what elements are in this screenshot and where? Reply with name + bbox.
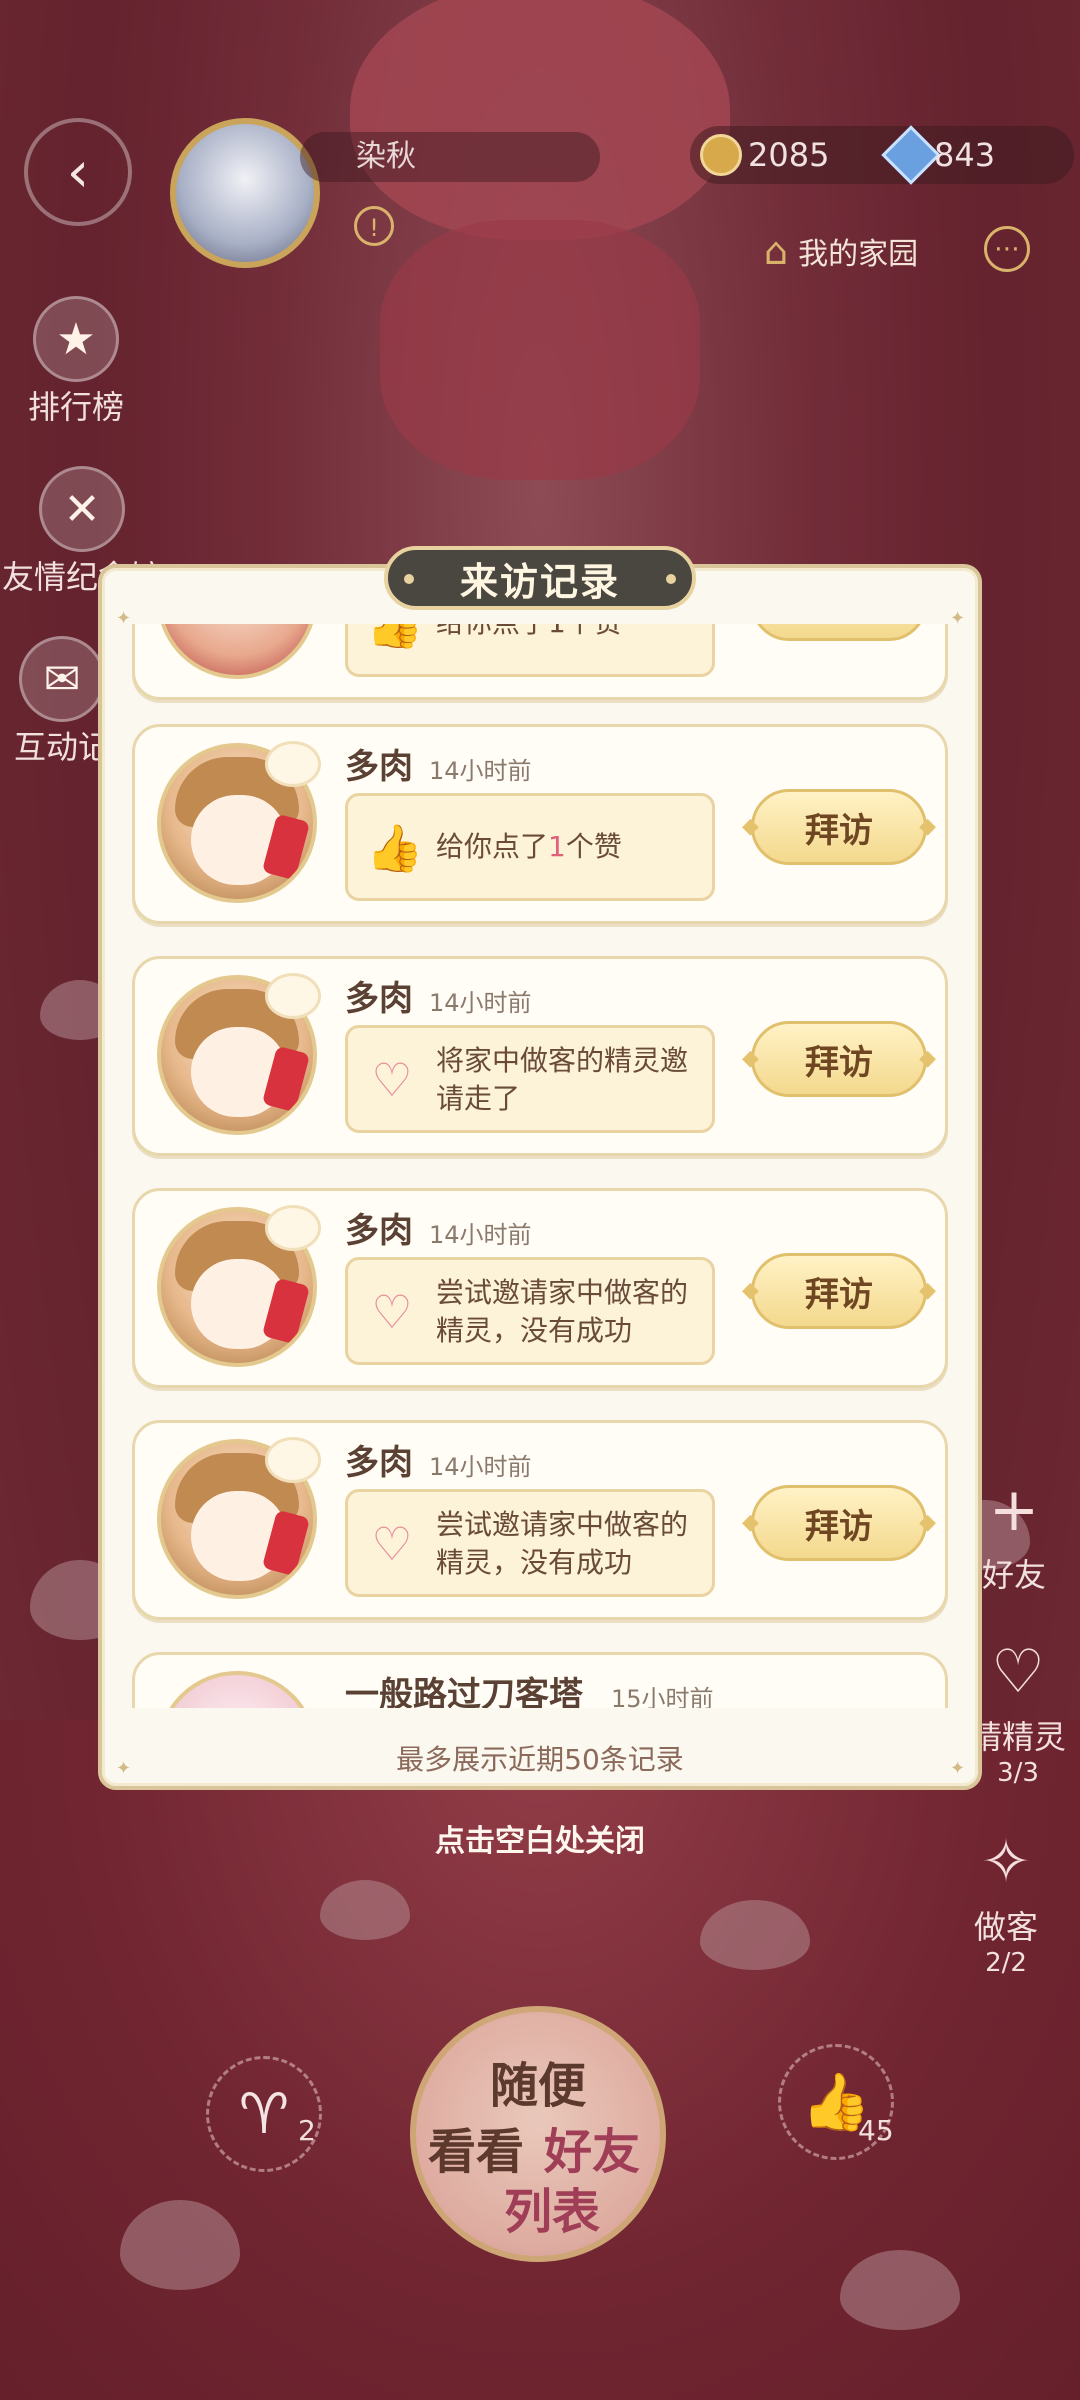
visit-time: 14小时前 <box>429 757 532 785</box>
record-message: 给你点了1个赞 <box>436 624 708 642</box>
visit-button[interactable]: 拜访 <box>742 1253 936 1329</box>
visit-record-list[interactable]: 👍 给你点了1个赞 拜访 多肉 14小时前 👍 给你点了1个赞 拜访 多肉 14… <box>128 624 954 1708</box>
player-name: 染秋 <box>300 132 600 182</box>
report-icon[interactable]: ! <box>354 206 394 246</box>
visit-time: 14小时前 <box>429 1221 532 1249</box>
list-item: 👍 给你点了1个赞 拜访 <box>132 624 948 700</box>
add-friend-icon: + <box>988 1475 1040 1545</box>
record-message-box: ♡ 尝试邀请家中做客的精灵，没有成功 <box>345 1257 715 1365</box>
list-item: 多肉 14小时前 ♡ 将家中做客的精灵邀请走了 拜访 <box>132 956 948 1156</box>
modal-title: 来访记录 <box>459 559 620 604</box>
record-limit-note: 最多展示近期50条记录 <box>396 1743 684 1776</box>
visitor-name: 多肉 <box>345 1443 413 1483</box>
visit-button[interactable]: 拜访 <box>742 1021 936 1097</box>
cup-icon: ♈ <box>238 2081 290 2147</box>
record-message: 尝试邀请家中做客的精灵，没有成功 <box>436 1508 689 1579</box>
visitor-name: 多肉 <box>345 1211 413 1251</box>
visit-as-guest-count: 2/2 <box>985 1948 1027 1978</box>
corner-ornament-icon: ✦ <box>950 608 966 629</box>
trophy-icon: ★ <box>33 296 119 382</box>
likes-count: 45 <box>858 2114 894 2147</box>
visitor-name: 一般路过刀客塔 <box>345 1675 583 1708</box>
message-icon: ✉ <box>19 636 105 722</box>
interaction-record-button[interactable]: ✉ 互动记 <box>14 636 110 768</box>
record-message: 将家中做客的精灵邀请走了 <box>436 1044 689 1115</box>
leaderboard-label: 排行榜 <box>28 388 125 426</box>
modal-title-banner: 来访记录 <box>384 546 696 610</box>
heart-icon: ♡ <box>371 1517 413 1571</box>
record-message-box: ♡ 尝试邀请家中做客的精灵，没有成功 <box>345 1489 715 1597</box>
back-button[interactable]: ‹ <box>24 118 132 226</box>
record-message-box: 👍 给你点了1个赞 <box>345 624 715 677</box>
coin-icon <box>700 134 742 176</box>
record-message-box: 👍 给你点了1个赞 <box>345 793 715 901</box>
interaction-record-label: 互动记 <box>14 728 111 766</box>
chick-icon <box>265 1205 321 1251</box>
more-options-button[interactable]: ⋯ <box>984 226 1030 272</box>
chick-icon <box>265 973 321 1019</box>
corner-ornament-icon: ✦ <box>116 608 132 629</box>
gem-count: 843 <box>934 136 996 174</box>
random-browse-friends-button[interactable]: 随便 看看 好友 列表 <box>410 2006 666 2262</box>
heart-icon: ♡ <box>991 1637 1045 1707</box>
home-icon: ⌂ <box>764 229 789 273</box>
visit-button[interactable]: 拜访 <box>751 624 927 641</box>
list-item: 一般路过刀客塔 15小时前 <box>132 1652 948 1708</box>
cup-count: 2 <box>298 2114 316 2147</box>
thumbs-up-icon: 👍 <box>366 624 424 651</box>
visit-button[interactable]: 拜访 <box>742 789 936 865</box>
heart-icon: ♡ <box>371 1053 413 1107</box>
visit-time: 14小时前 <box>429 1453 532 1481</box>
chick-icon <box>265 1437 321 1483</box>
memorial-icon: ✕ <box>39 466 125 552</box>
friend-list-label-2: 列表 <box>504 2184 601 2240</box>
visit-button[interactable]: 拜访 <box>742 1485 936 1561</box>
close-hint: 点击空白处关闭 <box>435 1824 645 1859</box>
add-friend-button[interactable]: + 好友 <box>974 1470 1054 1596</box>
record-message: 给你点了1个赞 <box>436 830 622 863</box>
back-arrow-icon: ‹ <box>66 139 90 205</box>
random-label-1: 随便 <box>489 2058 586 2114</box>
leaderboard-button[interactable]: ★ 排行榜 <box>28 296 124 428</box>
player-avatar[interactable] <box>170 118 320 268</box>
list-item: 多肉 14小时前 ♡ 尝试邀请家中做客的精灵，没有成功 拜访 <box>132 1188 948 1388</box>
chick-icon <box>265 741 321 787</box>
coin-count: 2085 <box>748 136 830 174</box>
visitor-avatar[interactable] <box>157 1671 317 1708</box>
thumbs-up-icon: 👍 <box>366 821 424 875</box>
visitor-name: 多肉 <box>345 747 413 787</box>
heart-icon: ♡ <box>371 1285 413 1339</box>
visit-time: 14小时前 <box>429 989 532 1017</box>
my-home-label: 我的家园 <box>798 237 919 272</box>
add-friend-label: 好友 <box>981 1556 1046 1594</box>
visit-as-guest-label: 做客 <box>973 1908 1038 1946</box>
record-message-box: ♡ 将家中做客的精灵邀请走了 <box>345 1025 715 1133</box>
visitor-avatar[interactable] <box>157 624 317 679</box>
list-item: 多肉 14小时前 👍 给你点了1个赞 拜访 <box>132 724 948 924</box>
list-item: 多肉 14小时前 ♡ 尝试邀请家中做客的精灵，没有成功 拜访 <box>132 1420 948 1620</box>
visitor-name: 多肉 <box>345 979 413 1019</box>
my-home-button[interactable]: ⌂ 我的家园 <box>764 226 918 276</box>
visit-time: 15小时前 <box>611 1685 714 1708</box>
record-message: 尝试邀请家中做客的精灵，没有成功 <box>436 1276 689 1347</box>
ellipsis-icon: ⋯ <box>994 234 1020 264</box>
